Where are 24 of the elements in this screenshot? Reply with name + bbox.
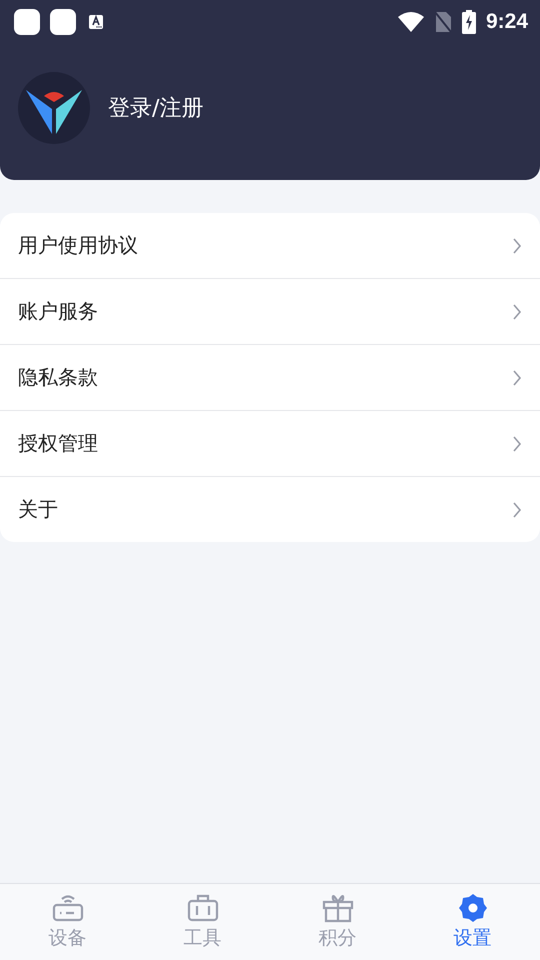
router-icon [52,893,84,923]
no-sim-icon [434,11,452,33]
chevron-right-icon [512,370,522,386]
gift-icon [322,893,354,923]
menu-item[interactable]: 用户使用协议 [0,213,540,279]
notification-icon [14,9,40,35]
menu-item[interactable]: 关于 [0,477,540,542]
chevron-right-icon [512,238,522,254]
login-link[interactable]: 登录/注册 [108,93,204,123]
menu-item[interactable]: 授权管理 [0,411,540,477]
menu-item[interactable]: 账户服务 [0,279,540,345]
clock-time: 9:24 [486,10,528,34]
nav-tab[interactable]: 设置 [405,884,540,960]
chevron-right-icon [512,502,522,518]
menu-item[interactable]: 隐私条款 [0,345,540,411]
chevron-right-icon [512,304,522,320]
chevron-right-icon [512,436,522,452]
briefcase-icon [186,893,218,923]
logo-icon [18,72,90,144]
notification-icon [50,9,76,35]
keyboard-icon [88,14,104,30]
wifi-icon [398,12,424,32]
settings-icon [456,893,488,923]
battery-icon [462,10,476,34]
